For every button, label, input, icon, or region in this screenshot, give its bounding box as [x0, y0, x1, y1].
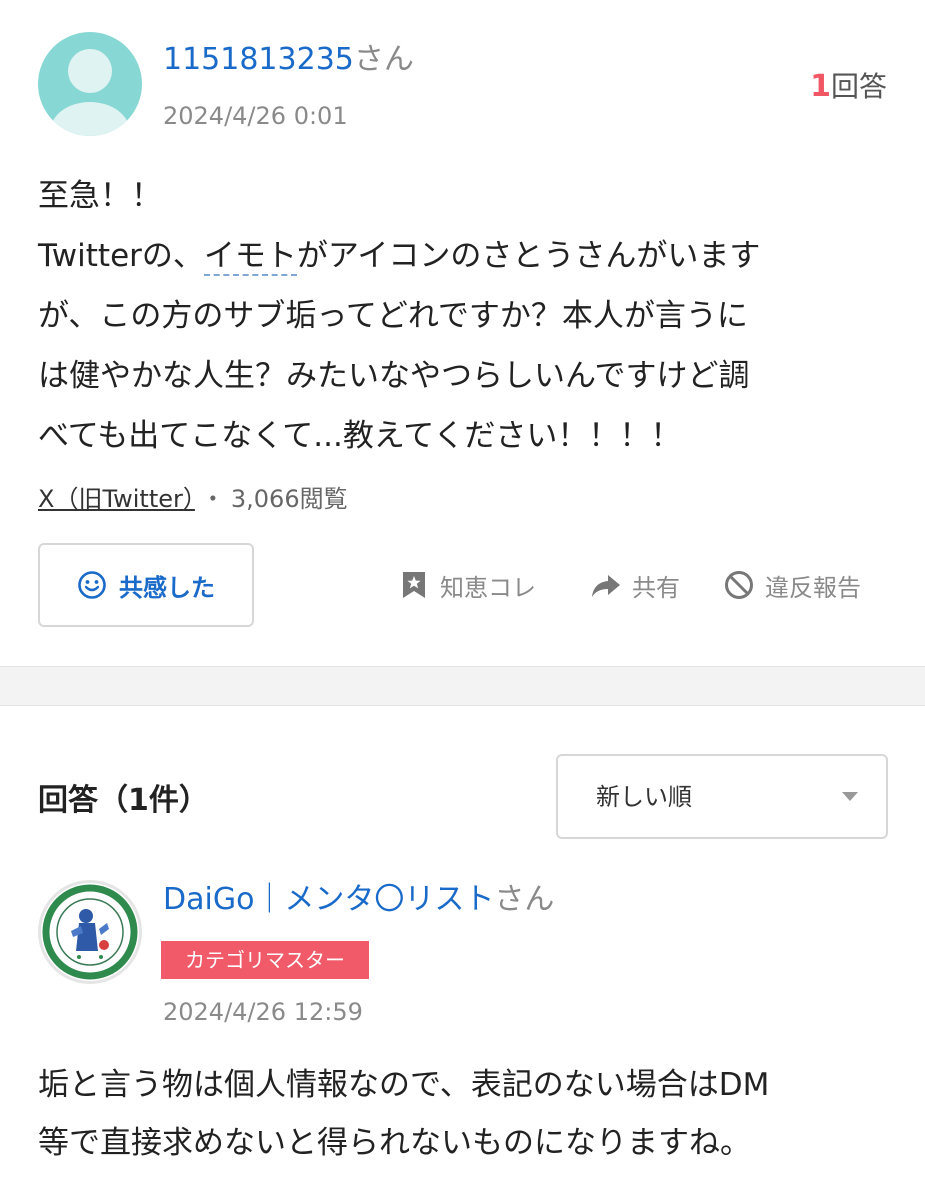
- answer-count: 1回答: [810, 67, 887, 107]
- meta-separator: ・: [200, 485, 225, 513]
- keyword-link[interactable]: イモト: [203, 238, 297, 276]
- question-author-name[interactable]: 1151813235: [163, 42, 354, 77]
- question-line: べても出てこなくて...教えてください！！！！: [38, 418, 682, 454]
- question-line: は健やかな人生？みたいなやつらしいんですけど調: [38, 358, 750, 394]
- answer-body: 垢と言う物は個人情報なので、表記のない場合はDM 等で直接求めないと得られないも…: [38, 1056, 898, 1172]
- question-meta: X（旧Twitter）・ 3,066閲覧: [38, 482, 348, 516]
- answer-count-label: 回答: [830, 70, 887, 103]
- answer-author-name[interactable]: DaiGo｜メンタ〇リスト: [163, 882, 494, 917]
- answer-line: 等で直接求めないと得られないものになりますね。: [38, 1125, 751, 1161]
- empathy-button[interactable]: 共感した: [38, 543, 254, 627]
- chevron-down-icon: [842, 792, 858, 801]
- answerer-avatar[interactable]: [38, 880, 142, 984]
- question-author-suffix: さん: [353, 42, 414, 77]
- question-body: 至急！！ Twitterの、イモトがアイコンのさとうさんがいます が、この方のサ…: [38, 166, 888, 466]
- report-label: 違反報告: [765, 573, 861, 602]
- question-line: Twitterの、イモトがアイコンのさとうさんがいます: [38, 226, 888, 286]
- avatar-head-shape: [68, 49, 112, 93]
- empathy-label: 共感した: [119, 573, 215, 602]
- view-count: 3,066閲覧: [230, 485, 348, 513]
- question-card: 1151813235さん 2024/4/26 0:01 1回答 至急！！ Twi…: [0, 0, 925, 666]
- answer-author: DaiGo｜メンタ〇リストさん: [163, 880, 554, 920]
- category-link[interactable]: X（旧Twitter）: [38, 485, 195, 513]
- answer-count-number: 1: [810, 69, 831, 104]
- answer-author-suffix: さん: [494, 882, 555, 917]
- smile-icon: [78, 571, 106, 599]
- share-label: 共有: [632, 573, 680, 602]
- sort-selected-value: 新しい順: [596, 783, 692, 811]
- question-date: 2024/4/26 0:01: [163, 102, 348, 130]
- chie-collection-button[interactable]: 知恵コレ: [398, 563, 536, 607]
- avatar-body-shape: [50, 102, 130, 136]
- question-line-part: がアイコンのさとうさんがいます: [296, 238, 761, 274]
- category-master-badge: カテゴリマスター: [161, 941, 369, 979]
- prohibited-icon: [725, 571, 753, 599]
- default-avatar[interactable]: [38, 32, 142, 136]
- share-arrow-icon: [592, 575, 620, 597]
- answer-date: 2024/4/26 12:59: [163, 998, 363, 1026]
- question-line-part: Twitterの、: [38, 238, 204, 274]
- badge-logo-icon: [42, 884, 138, 980]
- answers-heading: 回答（1件）: [38, 783, 209, 818]
- report-button[interactable]: 違反報告: [723, 563, 861, 607]
- question-line: が、この方のサブ垢ってどれですか？本人が言うに: [38, 298, 748, 334]
- question-author: 1151813235さん: [163, 40, 414, 80]
- bookmark-star-icon: [403, 572, 425, 598]
- share-button[interactable]: 共有: [590, 563, 680, 607]
- chie-label: 知恵コレ: [440, 573, 536, 602]
- sort-dropdown[interactable]: 新しい順: [556, 754, 888, 839]
- question-line: 至急！！: [38, 178, 162, 214]
- section-divider: [0, 666, 925, 706]
- answer-line: 垢と言う物は個人情報なので、表記のない場合はDM: [38, 1067, 770, 1103]
